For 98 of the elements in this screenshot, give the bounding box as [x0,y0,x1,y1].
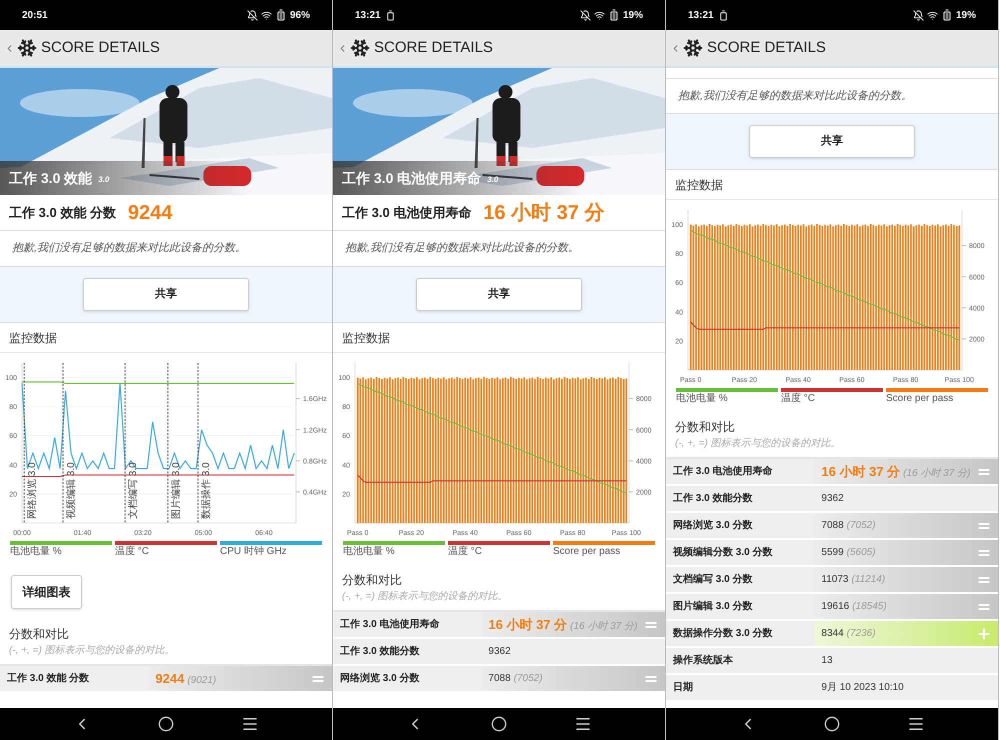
legend-label: 电池电量 % [10,545,63,559]
wifi-icon [594,10,605,20]
section-heading: 监控数据 [342,330,390,346]
legend-label: 温度 °C [115,545,150,559]
hero-title: 工作 3.0 效能 [9,168,92,188]
mute-icon [580,10,591,20]
notice-text: 抱歉,我们没有足够的数据来对比此设备的分数。 [12,241,246,256]
screen-title: SCORE DETAILS [374,38,493,58]
row-label: 工作 3.0 效能分数 [340,644,420,659]
marker-label: 文档编写 3.0 [128,462,140,519]
snowflake-icon [17,38,37,58]
row-label: 工作 3.0 效能 分数 [7,672,90,686]
battery-percent: 96% [290,8,310,22]
screen-title: SCORE DETAILS [707,38,826,58]
reference-value: (9021) [187,674,216,688]
row-value: 9244 [155,670,184,688]
row-label: 操作系统版本 [673,654,733,668]
home-nav-icon[interactable] [158,716,174,732]
marker-label: 视频编辑 3.0 [66,462,77,519]
row-value: 5599 [821,546,844,560]
score-label: 工作 3.0 电池使用寿命 [342,204,472,222]
row-label: 工作 3.0 效能分数 [673,492,752,506]
row-value: 8344 [821,627,844,641]
version-label: 3.0 [487,174,498,186]
legend-label: Score per pass [886,392,954,406]
marker-label: 数据操作 3.0 [201,462,212,519]
score-value: 16 小时 37 分 [483,200,604,226]
notice-text: 抱歉,我们没有足够的数据来对比此设备的分数。 [678,88,912,104]
section-heading: 监控数据 [675,176,723,194]
row-label: 图片编辑 3.0 分数 [673,600,752,614]
battery-icon [274,9,287,21]
battery-percent: 19% [956,8,976,22]
row-label: 工作 3.0 电池使用寿命 [340,618,440,632]
mute-icon [246,10,258,20]
menu-nav-icon[interactable] [906,715,925,733]
wifi-icon [260,10,272,20]
hero-title: 工作 3.0 电池使用寿命 [342,168,482,188]
reference-value: (7052) [514,672,543,686]
hint-text: (-, +, =) 图标表示与您的设备的对比。 [9,644,176,658]
row-label: 日期 [673,680,693,695]
reference-value: (18545) [852,600,887,614]
legend-label: Score per pass [553,545,622,559]
legend-label: CPU 时钟 GHz [220,545,288,559]
hint-text: (-, +, =) 图标表示与您的设备的对比。 [675,436,842,451]
row-label: 网络浏览 3.0 分数 [673,518,752,533]
reference-value: (5605) [846,546,876,560]
status-time: 13:21 [688,8,714,22]
menu-nav-icon[interactable] [574,715,592,733]
snowflake-icon [683,38,703,58]
wifi-icon [926,10,938,20]
snowflake-icon [350,38,370,58]
row-value: 11073 [821,573,848,587]
detail-chart-button[interactable]: 详细图表 [11,575,82,609]
score-value: 9244 [128,200,172,226]
marker-label: 图片编辑 3.0 [170,462,182,519]
reference-value: (7236) [846,627,876,641]
mute-icon [912,10,924,20]
row-label: 文档编写 3.0 分数 [673,572,752,587]
row-value: 9362 [488,645,511,659]
row-value: 9月 10 2023 10:10 [821,681,904,695]
reference-value: (7052) [846,519,876,533]
row-label: 数据操作分数 3.0 分数 [673,626,772,641]
version-label: 3.0 [98,174,110,186]
notice-text: 抱歉,我们没有足够的数据来对比此设备的分数。 [345,241,580,256]
legend-label: 电池电量 % [676,392,729,406]
row-value: 16 小时 37 分 [821,462,900,481]
section-heading: 分数和对比 [675,419,736,436]
row-value: 9362 [821,492,844,506]
hint-text: (-, +, =) 图标表示与您的设备的对比。 [342,590,509,604]
status-time: 13:21 [355,8,381,22]
row-label: 视频编辑分数 3.0 分数 [673,546,772,560]
legend-label: 电池电量 % [343,545,396,559]
battery-icon [940,9,953,21]
legend-label: 温度 °C [448,545,483,559]
legend-label: 温度 °C [781,392,816,406]
row-value: 16 小时 37 分 [488,616,568,634]
home-nav-icon[interactable] [824,716,840,732]
score-label: 工作 3.0 效能 分数 [9,204,116,222]
marker-label: 网络浏览 3.0 [27,462,38,519]
share-button[interactable]: 共享 [749,125,915,158]
share-button[interactable]: 共享 [83,278,249,311]
section-heading: 分数和对比 [342,572,403,589]
home-nav-icon[interactable] [490,716,507,732]
battery-icon [608,9,620,21]
reference-value: (11214) [851,573,886,587]
battery-percent: 19% [622,8,643,22]
section-heading: 监控数据 [9,330,57,346]
row-value: 7088 [488,672,511,686]
screen-title: SCORE DETAILS [41,38,160,58]
section-heading: 分数和对比 [9,626,70,643]
status-time: 20:51 [22,8,48,22]
row-label: 工作 3.0 电池使用寿命 [673,464,772,479]
row-value: 7088 [821,519,844,533]
row-value: 19616 [821,600,850,614]
row-label: 网络浏览 3.0 分数 [340,672,420,686]
row-value: 13 [821,654,833,668]
share-button[interactable]: 共享 [416,278,582,311]
menu-nav-icon[interactable] [240,715,259,733]
